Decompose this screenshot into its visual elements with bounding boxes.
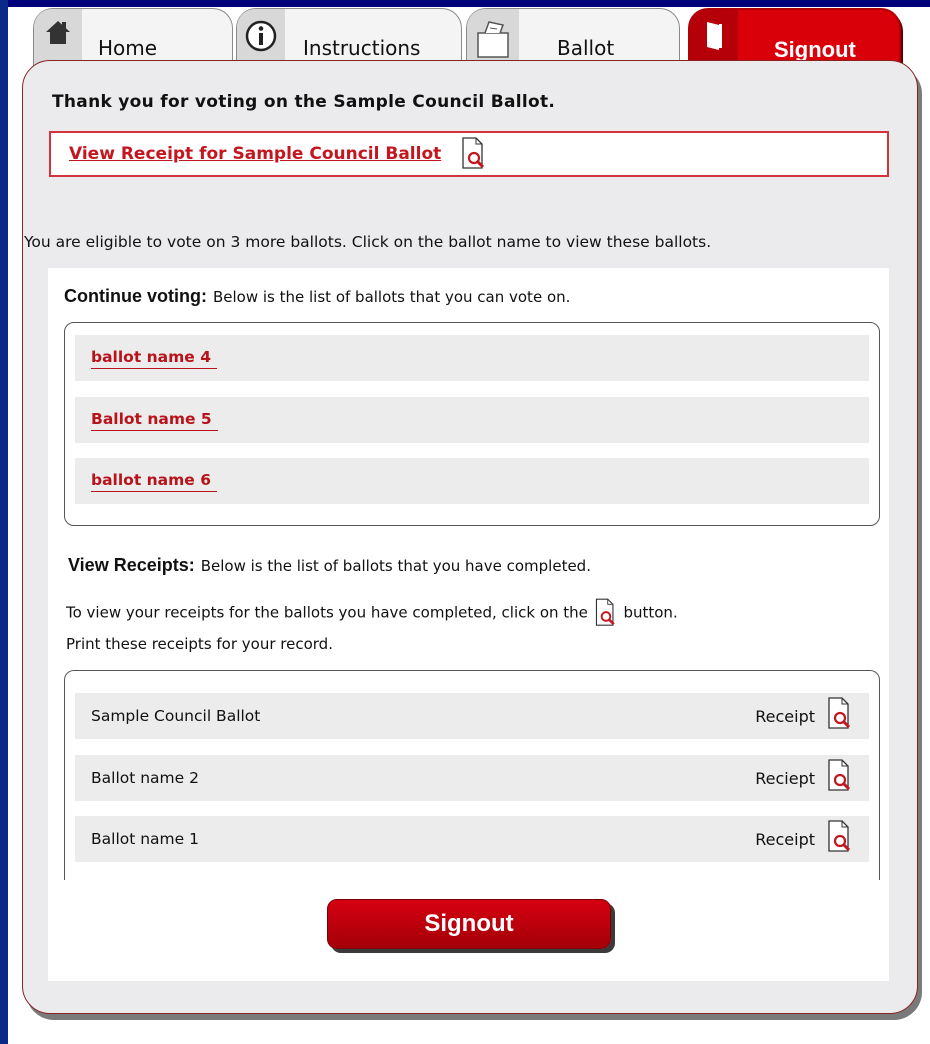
view-receipt-link[interactable]: View Receipt for Sample Council Ballot <box>69 144 441 164</box>
tab-instructions-label: Instructions <box>303 36 421 60</box>
info-icon <box>237 9 285 65</box>
table-row: Ballot name 2 Reciept <box>75 755 869 801</box>
table-row: Ballot name 1 Receipt <box>75 816 869 862</box>
ballot-link[interactable]: ballot name 6 <box>91 471 217 492</box>
view-receipts-description: Below is the list of ballots that you ha… <box>200 557 591 575</box>
list-item: Ballot name 5 <box>75 397 869 443</box>
continue-voting-description: Below is the list of ballots that you ca… <box>212 288 571 306</box>
list-item: ballot name 6 <box>75 458 869 504</box>
list-item: ballot name 4 <box>75 335 869 381</box>
thanks-message: Thank you for voting on the Sample Counc… <box>52 92 556 112</box>
receipt-ballot-name: Ballot name 2 <box>91 769 199 787</box>
table-row: Sample Council Ballot Receipt <box>75 693 869 739</box>
view-receipts-heading: View Receipts: Below is the list of ballo… <box>68 555 591 576</box>
eligible-message: You are eligible to vote on 3 more ballo… <box>24 233 712 251</box>
receipt-instructions: To view your receipts for the ballots yo… <box>66 597 678 629</box>
print-instructions: Print these receipts for your record. <box>66 635 333 653</box>
window-frame-top <box>0 0 930 7</box>
tab-home-label: Home <box>98 36 158 60</box>
receipt-label[interactable]: Reciept <box>755 769 815 788</box>
ballot-link[interactable]: Ballot name 5 <box>91 410 218 431</box>
tab-home[interactable]: Home <box>33 8 233 66</box>
ballot-link[interactable]: ballot name 4 <box>91 348 217 369</box>
signout-button[interactable]: Signout <box>327 899 611 949</box>
tab-ballot-label: Ballot <box>557 36 615 60</box>
receipt-magnifier-icon[interactable] <box>825 758 855 798</box>
door-icon <box>690 10 738 66</box>
receipt-magnifier-icon[interactable] <box>459 136 489 172</box>
receipt-magnifier-icon[interactable] <box>825 819 855 859</box>
receipt-ballot-name: Ballot name 1 <box>91 830 199 848</box>
continue-voting-heading: Continue voting: Below is the list of bal… <box>64 286 570 307</box>
ballot-list: ballot name 4 Ballot name 5 ballot name … <box>64 322 880 526</box>
receipt-label[interactable]: Receipt <box>755 707 815 726</box>
tab-instructions[interactable]: Instructions <box>236 8 462 66</box>
receipt-magnifier-icon <box>593 597 619 629</box>
tab-signout[interactable]: Signout <box>688 8 901 66</box>
receipt-magnifier-icon[interactable] <box>825 696 855 736</box>
home-icon <box>34 9 82 65</box>
receipt-list: Sample Council Ballot Receipt Ballot nam… <box>64 670 880 880</box>
window-frame-left <box>0 0 8 1044</box>
receipt-instructions-text: To view your receipts for the ballots yo… <box>66 603 588 622</box>
receipt-link-box: View Receipt for Sample Council Ballot <box>49 131 889 177</box>
ballot-box-icon <box>467 9 519 65</box>
continue-voting-title: Continue voting: <box>64 286 207 306</box>
receipt-ballot-name: Sample Council Ballot <box>91 707 261 725</box>
receipt-label[interactable]: Receipt <box>755 830 815 849</box>
view-receipts-title: View Receipts: <box>68 555 195 575</box>
receipt-instructions-tail: button. <box>623 603 678 622</box>
tab-ballot[interactable]: Ballot <box>466 8 680 66</box>
